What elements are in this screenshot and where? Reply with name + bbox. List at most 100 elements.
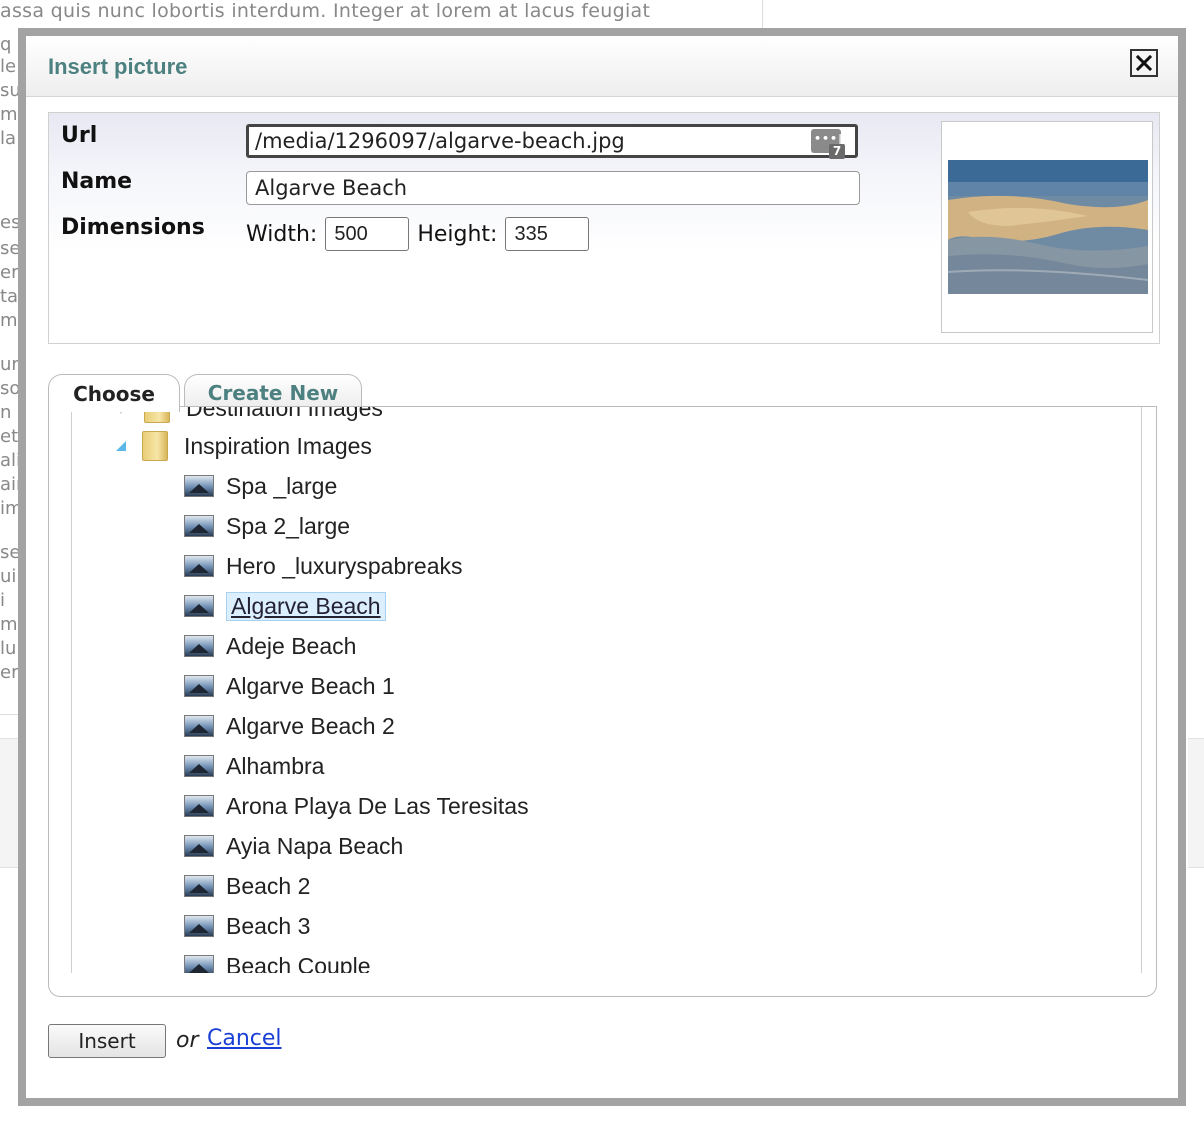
image-file-icon [184,515,214,537]
tree-item[interactable]: Beach 3 [184,911,310,941]
image-file-icon [184,955,214,973]
tree-item-label: Arona Playa De Las Teresitas [226,792,529,819]
background-text-fragment: le [0,56,17,77]
tree-item[interactable]: Ayia Napa Beach [184,831,403,861]
beach-photo [948,160,1148,294]
background-text-fragment: ain [0,474,18,495]
insert-picture-dialog: Insert picture Url /media/1296097/algarv… [18,28,1186,1106]
tree-item-selected[interactable]: Algarve Beach [184,591,386,621]
image-file-icon [184,755,214,777]
tree-folder-label: Destination Images [186,407,383,421]
background-text-fragment: i [0,590,6,611]
tree-item-label: Spa 2_large [226,512,351,539]
image-file-icon [184,795,214,817]
background-rule [0,714,18,715]
dialog-title: Insert picture [48,54,188,79]
background-text-line: assa quis nunc lobortis interdum. Intege… [0,0,651,22]
background-text-fragment: so [0,378,18,399]
image-file-icon [184,475,214,497]
width-label: Width: [246,221,318,247]
tree-item-label: Alhambra [226,752,325,779]
tree-item-label: Beach 3 [226,912,311,939]
image-file-icon [184,915,214,937]
url-label: Url [61,123,98,148]
url-field[interactable]: /media/1296097/algarve-beach.jpg •••| 7 [246,124,858,159]
name-label: Name [61,169,133,194]
tree-folder-label: Inspiration Images [184,432,372,459]
password-manager-badge: 7 [829,144,845,159]
dimensions-row: Width: Height: [246,217,597,251]
tree-item-label: Beach 2 [226,872,311,899]
background-divider [762,0,763,28]
password-manager-icon[interactable]: •••| 7 [811,129,845,159]
folder-icon [142,431,168,461]
tree-folder-inspiration-images[interactable]: Inspiration Images [116,431,372,461]
tree-item-label: Algarve Beach 2 [226,712,395,739]
image-file-icon [184,675,214,697]
image-file-icon [184,635,214,657]
background-text-fragment: se [0,238,18,259]
tab-choose[interactable]: Choose [48,374,180,412]
height-input[interactable] [505,217,590,251]
width-input[interactable] [325,217,410,251]
tree-item[interactable]: Adeje Beach [184,631,356,661]
tree-item-label: Hero _luxuryspabreaks [226,552,463,579]
background-text-fragment: es [0,212,18,233]
close-button[interactable] [1130,49,1158,77]
background-text-fragment: se [0,542,18,563]
tree-item[interactable]: Algarve Beach 1 [184,671,395,701]
background-text-fragment: me [0,310,18,331]
background-text-fragment: ui [0,566,17,587]
tree-item[interactable]: Algarve Beach 2 [184,711,395,741]
name-value: Algarve Beach [255,176,408,200]
background-text-fragment: n [0,402,12,423]
background-text-fragment: su [0,80,18,101]
image-file-icon [184,715,214,737]
background-text-fragment: er [0,662,18,683]
tree-item[interactable]: Spa 2_large [184,511,350,541]
preview-thumbnail [948,160,1148,294]
tree-item[interactable]: Spa _large [184,471,337,501]
media-tree-scroll-area[interactable]: Destination Images Inspiration Images Sp… [71,407,1142,973]
tree-item[interactable]: Hero _luxuryspabreaks [184,551,463,581]
media-tree-panel: Destination Images Inspiration Images Sp… [48,406,1157,997]
image-preview [941,121,1153,333]
tree-item-label: Algarve Beach 1 [226,672,395,699]
tree-item[interactable]: Arona Playa De Las Teresitas [184,791,529,821]
background-text-fragment: ur [0,354,18,375]
tree-item[interactable]: Beach 2 [184,871,310,901]
background-text-fragment: la [0,128,17,149]
collapse-arrow-icon[interactable] [116,441,126,451]
background-text-fragment: ta [0,286,18,307]
tree-item-label: Algarve Beach [226,591,386,621]
tab-create-new[interactable]: Create New [184,374,362,410]
background-text-fragment: m [0,104,18,125]
dimensions-label: Dimensions [61,215,205,240]
background-text-fragment: er [0,262,18,283]
background-text-fragment: im [0,498,18,519]
tree-item-label: Beach Couple [226,952,371,974]
picture-properties-panel: Url /media/1296097/algarve-beach.jpg •••… [48,112,1160,344]
cancel-link[interactable]: Cancel [207,1026,282,1051]
image-file-icon [184,555,214,577]
background-text-fragment: ali [0,450,18,471]
or-text: or [176,1028,199,1053]
close-icon [1136,55,1152,71]
background-text-fragment: m [0,614,18,635]
background-text-fragment: lu [0,638,17,659]
image-file-icon [184,875,214,897]
insert-button[interactable]: Insert [48,1024,166,1058]
name-field[interactable]: Algarve Beach [246,171,860,205]
background-text-fragment: q [0,34,12,55]
tree-item-label: Spa _large [226,472,338,499]
dialog-header: Insert picture [26,36,1178,97]
height-label: Height: [417,221,498,247]
background-band [0,738,18,868]
url-value: /media/1296097/algarve-beach.jpg [255,129,625,153]
image-file-icon [184,835,214,857]
background-text-fragment: et [0,426,18,447]
tree-item[interactable]: Beach Couple [184,951,371,973]
tree-item-label: Adeje Beach [226,632,357,659]
tree-item-label: Ayia Napa Beach [226,832,404,859]
tree-item[interactable]: Alhambra [184,751,324,781]
